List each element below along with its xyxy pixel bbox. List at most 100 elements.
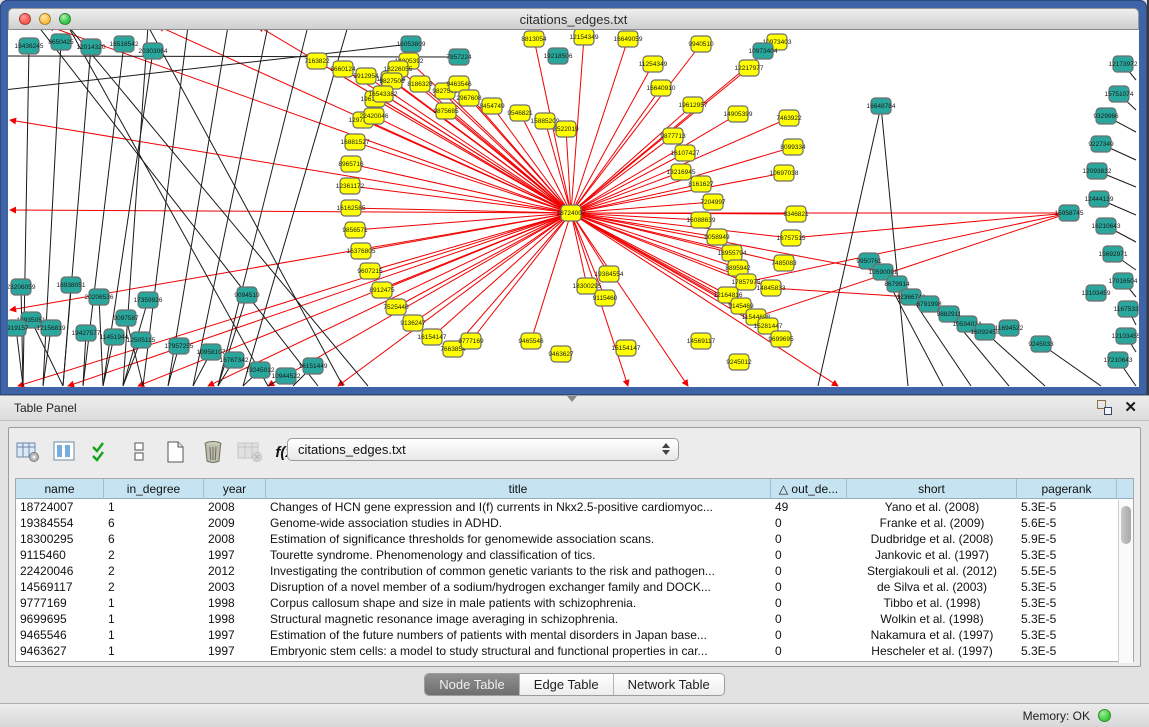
graph-node[interactable]: 9607215	[357, 263, 383, 279]
table-cell[interactable]: Corpus callosum shape and size in male p…	[266, 595, 771, 611]
graph-node[interactable]: 18955794	[718, 245, 747, 261]
graph-node[interactable]: 9245033	[1028, 336, 1054, 352]
graph-node[interactable]: 9856571	[342, 222, 368, 238]
table-cell[interactable]: 6	[104, 515, 204, 531]
graph-node[interactable]: 16154147	[418, 329, 447, 345]
table-cell[interactable]: Dudbridge et al. (2008)	[847, 531, 1017, 547]
table-cell[interactable]: 0	[771, 563, 847, 579]
table-cell[interactable]: Embryonic stem cells: a model to study s…	[266, 643, 771, 659]
table-cell[interactable]: 1998	[204, 595, 266, 611]
graph-node[interactable]: 17016504	[1109, 273, 1138, 289]
graph-node[interactable]: 9546821	[507, 105, 533, 121]
graph-node[interactable]: 9346821	[783, 206, 809, 222]
table-cell[interactable]: 2008	[204, 531, 266, 547]
table-cell[interactable]: 9699695	[16, 611, 104, 627]
table-cell[interactable]: 1	[104, 627, 204, 643]
graph-node[interactable]: 10944522	[272, 368, 301, 384]
graph-edge[interactable]	[571, 213, 688, 386]
table-cell[interactable]: 0	[771, 515, 847, 531]
graph-node[interactable]: 9115460	[593, 290, 618, 306]
table-cell[interactable]: Tibbo et al. (1998)	[847, 595, 1017, 611]
table-cell[interactable]: 5.3E-5	[1017, 611, 1117, 627]
graph-node[interactable]: 14845833	[757, 280, 786, 296]
graph-node[interactable]: 9329966	[1093, 108, 1119, 124]
table-cell[interactable]: 5.3E-5	[1017, 643, 1117, 659]
graph-node[interactable]: 7857224	[446, 49, 472, 65]
graph-node[interactable]: 14569117	[687, 333, 716, 349]
graph-node[interactable]: 12093832	[1083, 163, 1112, 179]
select-columns-icon[interactable]	[89, 439, 115, 465]
graph-node[interactable]: 9094519	[234, 287, 260, 303]
column-visibility-icon[interactable]	[52, 439, 78, 465]
graph-node[interactable]: 20206536	[85, 289, 114, 305]
table-row[interactable]: 946554611997Estimation of the future num…	[16, 627, 1133, 643]
table-cell[interactable]: 0	[771, 611, 847, 627]
graph-node[interactable]: 16053809	[397, 36, 426, 52]
table-options-icon[interactable]	[15, 439, 41, 465]
graph-node[interactable]: 7163822	[304, 53, 330, 69]
graph-node[interactable]: 19218506	[544, 48, 573, 64]
graph-node[interactable]: 7204997	[700, 194, 726, 210]
graph-edge[interactable]	[746, 213, 1069, 282]
table-cell[interactable]: 5.3E-5	[1017, 499, 1117, 515]
graph-node[interactable]: 19384554	[595, 266, 624, 282]
table-cell[interactable]: 5.3E-5	[1017, 579, 1117, 595]
table-cell[interactable]: 1997	[204, 547, 266, 563]
table-cell[interactable]: Wolkin et al. (1998)	[847, 611, 1017, 627]
table-cell[interactable]: 2	[104, 547, 204, 563]
graph-node[interactable]: 9877713	[660, 128, 686, 144]
table-cell[interactable]: 0	[771, 643, 847, 659]
table-cell[interactable]: Structural magnetic resonance image aver…	[266, 611, 771, 627]
graph-edge[interactable]	[370, 213, 571, 271]
vertical-scrollbar[interactable]	[1118, 500, 1133, 663]
graph-node[interactable]: 12173972	[1109, 56, 1138, 72]
table-cell[interactable]: 6	[104, 531, 204, 547]
graph-node[interactable]: 9058949	[704, 229, 730, 245]
graph-node[interactable]: 12217977	[735, 60, 764, 76]
graph-node[interactable]: 9465546	[518, 333, 544, 349]
table-cell[interactable]: 0	[771, 595, 847, 611]
graph-node[interactable]: 16881527	[341, 134, 370, 150]
graph-node[interactable]: 12156819	[37, 320, 66, 336]
table-cell[interactable]: 9465546	[16, 627, 104, 643]
graph-node[interactable]: 8522019	[553, 121, 579, 137]
table-cell[interactable]: Jankovic et al. (1997)	[847, 547, 1017, 563]
table-cell[interactable]: 1998	[204, 611, 266, 627]
table-cell[interactable]: Hescheler et al. (1997)	[847, 643, 1017, 659]
table-cell[interactable]: 2008	[204, 499, 266, 515]
table-cell[interactable]: Disruption of a novel member of a sodium…	[266, 579, 771, 595]
graph-edge[interactable]	[791, 213, 1069, 238]
table-cell[interactable]: 1997	[204, 627, 266, 643]
table-row[interactable]: 1830029562008Estimation of significance …	[16, 531, 1133, 547]
graph-node[interactable]: 8186328	[407, 76, 433, 92]
table-cell[interactable]: 2	[104, 579, 204, 595]
table-cell[interactable]: 18300295	[16, 531, 104, 547]
graph-node[interactable]: 16649059	[614, 31, 643, 47]
table-cell[interactable]: Estimation of significance thresholds fo…	[266, 531, 771, 547]
column-header-year[interactable]: year	[204, 479, 266, 499]
graph-node[interactable]: 9097587	[113, 310, 139, 326]
network-canvas[interactable]: 1872400714905392181245541961295312973403…	[8, 30, 1139, 387]
graph-node[interactable]: 12154349	[570, 30, 599, 45]
graph-edge[interactable]	[571, 105, 693, 213]
column-header-title[interactable]: title	[266, 479, 771, 499]
graph-edge[interactable]	[338, 213, 571, 386]
graph-node[interactable]: 12361172	[336, 178, 365, 194]
table-cell[interactable]: 5.6E-5	[1017, 515, 1117, 531]
graph-edge[interactable]	[8, 56, 459, 57]
table-cell[interactable]: 1	[104, 611, 204, 627]
table-cell[interactable]: de Silva et al. (2003)	[847, 579, 1017, 595]
table-cell[interactable]: 2003	[204, 579, 266, 595]
table-cell[interactable]: 19384554	[16, 515, 104, 531]
table-cell[interactable]: 5.9E-5	[1017, 531, 1117, 547]
table-row[interactable]: 969969511998Structural magnetic resonanc…	[16, 611, 1133, 627]
table-row[interactable]: 977716911998Corpus callosum shape and si…	[16, 595, 1133, 611]
graph-node[interactable]: 8161627	[688, 176, 714, 192]
table-cell[interactable]: 5.5E-5	[1017, 563, 1117, 579]
graph-node[interactable]: 7463922	[776, 110, 802, 126]
graph-node[interactable]: 9136247	[400, 315, 426, 331]
table-cell[interactable]: Changes of HCN gene expression and I(f) …	[266, 499, 771, 515]
table-cell[interactable]: 1	[104, 643, 204, 659]
graph-node[interactable]: 16162585	[337, 200, 366, 216]
table-cell[interactable]: Nakamura et al. (1997)	[847, 627, 1017, 643]
